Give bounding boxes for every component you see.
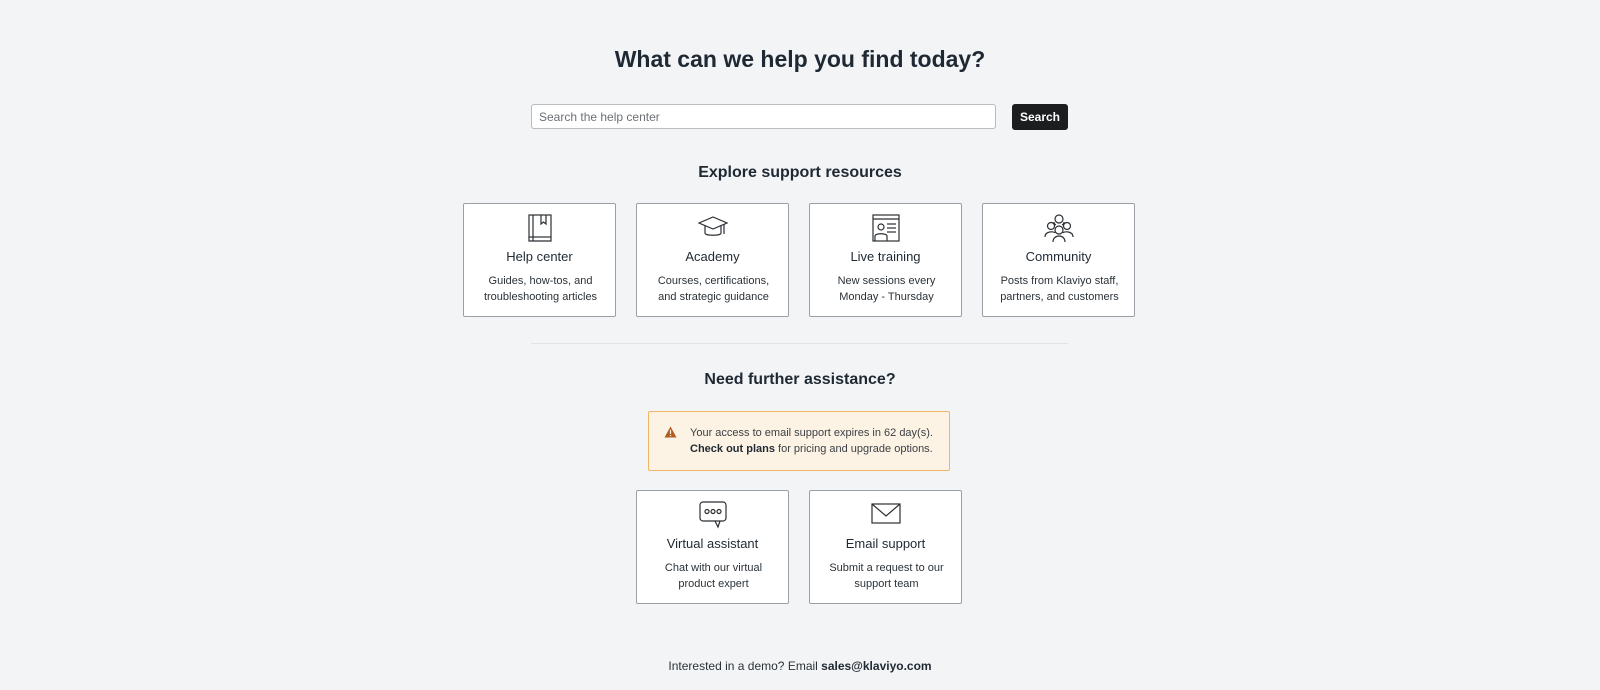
card-description-line: partners, and customers [1000, 291, 1119, 303]
search-input[interactable] [531, 104, 996, 129]
alert-message: Your access to email support expires in … [690, 425, 945, 457]
footer-text: Interested in a demo? Email [668, 659, 822, 673]
people-group-icon [983, 213, 1134, 243]
card-description-line: Submit a request to our [829, 562, 944, 574]
card-description-line: Guides, how-tos, and [488, 275, 593, 287]
presenter-board-icon [810, 213, 961, 243]
card-description-line: support team [854, 578, 919, 590]
card-title: Academy [685, 249, 740, 264]
alert-text-main: Your access to email support expires in … [690, 427, 933, 439]
live-training-card[interactable]: Live training New sessions every Monday … [809, 203, 962, 317]
virtual-assistant-card[interactable]: Virtual assistant Chat with our virtual … [636, 490, 789, 604]
card-description-line: Courses, certifications, [657, 275, 770, 287]
search-bar: Search [531, 104, 1068, 131]
help-page: What can we help you find today? Search … [0, 0, 1600, 690]
email-support-card[interactable]: Email support Submit a request to our su… [809, 490, 962, 604]
academy-card[interactable]: Academy Courses, certifications, and str… [636, 203, 789, 317]
card-description: Guides, how-tos, and troubleshooting art… [472, 273, 609, 305]
alert-text-after-link: for pricing and upgrade options. [774, 443, 933, 455]
card-description-line: product expert [678, 578, 749, 590]
book-icon [464, 213, 615, 243]
assistance-heading: Need further assistance? [704, 371, 896, 388]
card-description: Courses, certifications, and strategic g… [645, 273, 782, 305]
card-description: Chat with our virtual product expert [645, 560, 782, 592]
help-center-card[interactable]: Help center Guides, how-tos, and trouble… [463, 203, 616, 317]
card-title: Virtual assistant [666, 536, 759, 551]
demo-footer: Interested in a demo? Email sales@klaviy… [0, 659, 1600, 673]
community-card[interactable]: Community Posts from Klaviyo staff, part… [982, 203, 1135, 317]
resources-cards: Help center Guides, how-tos, and trouble… [463, 203, 1135, 317]
card-title: Live training [850, 249, 921, 264]
page-title: What can we help you find today? [614, 46, 986, 72]
chat-bubble-icon [637, 500, 788, 530]
graduation-cap-icon [637, 213, 788, 243]
card-description-line: Chat with our virtual [664, 562, 763, 574]
resources-heading: Explore support resources [698, 164, 902, 181]
warning-icon [664, 426, 677, 438]
card-description-line: Posts from Klaviyo staff, [1000, 275, 1119, 287]
card-title: Help center [506, 249, 573, 264]
support-expiry-alert: Your access to email support expires in … [648, 411, 950, 471]
sales-email-link[interactable]: sales@klaviyo.com [821, 659, 931, 673]
envelope-icon [810, 500, 961, 530]
check-out-plans-link[interactable]: Check out plans [690, 443, 775, 455]
card-description: New sessions every Monday - Thursday [818, 273, 955, 305]
card-title: Email support [845, 536, 926, 551]
card-title: Community [1025, 249, 1092, 264]
card-description-line: New sessions every [837, 275, 936, 287]
card-description: Submit a request to our support team [818, 560, 955, 592]
card-description: Posts from Klaviyo staff, partners, and … [991, 273, 1128, 305]
card-description-line: Monday - Thursday [839, 291, 934, 303]
section-divider [531, 343, 1068, 344]
alert-text-second-line: Check out plans for pricing and upgrade … [690, 441, 945, 457]
search-button[interactable]: Search [1012, 104, 1068, 130]
card-description-line: troubleshooting articles [483, 291, 598, 303]
card-description-line: and strategic guidance [658, 291, 769, 303]
assistance-cards: Virtual assistant Chat with our virtual … [636, 490, 962, 604]
